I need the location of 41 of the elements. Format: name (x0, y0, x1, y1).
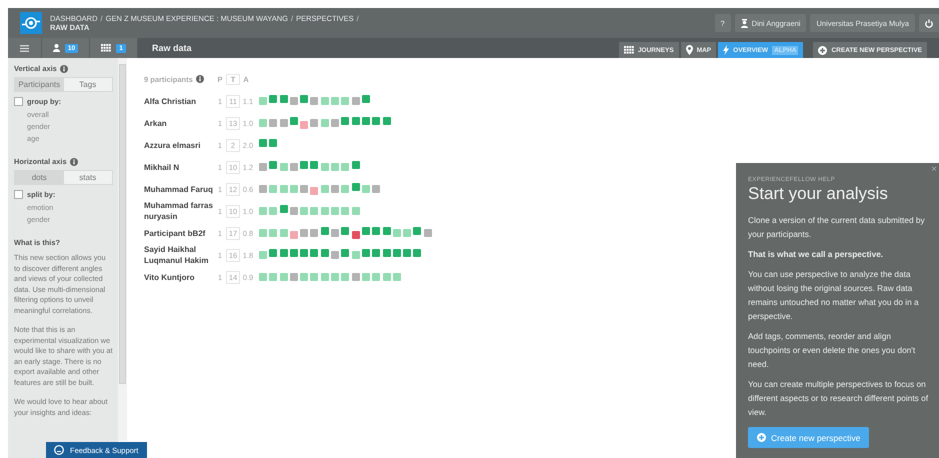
info-icon[interactable] (196, 75, 204, 83)
menu-icon (20, 44, 29, 52)
close-button[interactable]: × (931, 165, 937, 175)
participant-name[interactable]: Alfa Christian (144, 96, 214, 106)
map-pin-icon (686, 45, 693, 55)
participant-name[interactable]: Vito Kuntjoro (144, 272, 214, 282)
help-text: That is what we call a perspective. (748, 248, 884, 261)
plus-circle-icon (757, 433, 766, 442)
participant-name[interactable]: Participant bB2f (144, 228, 214, 238)
scrollbar[interactable] (118, 58, 127, 441)
info-icon[interactable] (70, 158, 78, 166)
participant-name[interactable]: Azzura elmasri (144, 140, 214, 150)
segment-tab[interactable]: Tags (64, 78, 112, 91)
checkbox[interactable] (14, 190, 23, 199)
power-button[interactable] (919, 14, 939, 32)
participant-name[interactable]: Arkan (144, 118, 214, 128)
grid-icon (624, 46, 634, 54)
help-text: You can use perspective to analyze the data without losing the original sources. Raw data remains untouched no matter what you do in a perspective. (748, 268, 920, 323)
help-text: Add tags, comments, reorder and align touchpoints or even delete the ones you don't need. (748, 330, 916, 371)
panel-title: Start your analysis (748, 184, 889, 204)
grid-icon (101, 44, 112, 52)
help-text: Clone a version of the current data submitted by your participants. (748, 214, 926, 241)
logo-icon[interactable] (20, 12, 42, 34)
power-icon (925, 18, 933, 28)
person-icon (740, 18, 748, 28)
help-text: You can create multiple perspectives to focus on different aspects or to research different points of view. (748, 378, 929, 419)
menu-button[interactable] (8, 38, 42, 58)
segment-tab[interactable]: Participants (15, 78, 64, 91)
lightning-icon (723, 45, 730, 55)
plus-circle-icon (818, 46, 828, 54)
participant-name[interactable]: Mikhail N (144, 162, 214, 172)
create-perspective-button[interactable]: Create new perspective (748, 427, 870, 448)
participant-name[interactable]: Sayid Haikhal Luqmanul Hakim (144, 244, 214, 266)
view-title: Raw data (152, 43, 192, 53)
segment-tab[interactable]: dots (15, 171, 64, 184)
checkbox[interactable] (14, 97, 23, 106)
person-icon (52, 44, 60, 52)
segment-tab[interactable]: stats (64, 171, 112, 184)
participant-name[interactable]: Muhammad Faruq (144, 184, 214, 194)
participant-name[interactable]: Muhammad farras nuryasin (144, 200, 214, 222)
info-icon[interactable] (60, 64, 68, 72)
